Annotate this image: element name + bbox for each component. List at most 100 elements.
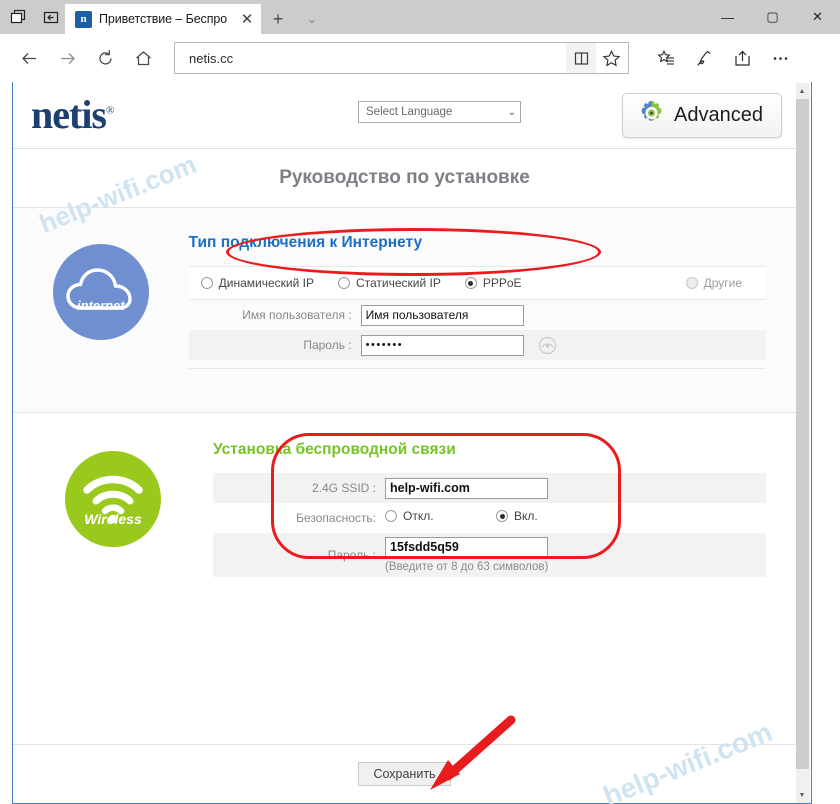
new-tab-button[interactable]: + <box>261 4 295 34</box>
radio-static-ip[interactable]: Статический IP <box>337 276 441 290</box>
ssid-input[interactable]: help-wifi.com <box>385 477 548 499</box>
username-value-cell: Имя пользователя <box>360 300 766 330</box>
internet-icon: internet <box>52 244 149 340</box>
favicon-glyph: n <box>80 12 87 25</box>
username-label: Имя пользователя : <box>242 308 352 322</box>
scrollbar-thumb[interactable] <box>795 99 809 769</box>
wifi-password-row: Пароль : 15fsdd5q59 (Введите от 8 до 63 … <box>213 533 766 577</box>
save-button[interactable]: Сохранить <box>358 761 451 786</box>
browser-tab[interactable]: n Приветствие – Беспро ✕ <box>65 4 261 34</box>
wireless-icon-column: Wireless <box>13 441 213 610</box>
eye-icon[interactable] <box>538 336 557 355</box>
internet-icon-column: internet <box>13 234 189 394</box>
radio-security-off-label: Откл. <box>403 509 434 523</box>
tabs-you-set-aside-icon[interactable] <box>41 7 61 27</box>
ssid-label: 2.4G SSID : <box>311 481 376 495</box>
internet-password-value-cell: ••••••• <box>360 330 766 360</box>
wireless-settings-table: 2.4G SSID : help-wifi.com Безопасность: <box>213 473 766 577</box>
internet-connection-section: internet Тип подключения к Интернету Дин… <box>13 208 796 413</box>
security-value-cell: Откл. Вкл. <box>385 503 766 533</box>
radio-static-ip-indicator[interactable] <box>337 277 350 289</box>
radio-other-indicator <box>685 277 698 289</box>
more-settings-icon[interactable] <box>761 39 799 77</box>
page-frame: ▲ ▼ netis® Select Language ⌄ Advanced Ру… <box>12 82 812 804</box>
radio-security-on-label: Вкл. <box>514 509 538 523</box>
wireless-icon-caption: Wireless <box>84 511 142 527</box>
radio-other-label: Другие <box>703 276 742 290</box>
browser-window: n Приветствие – Беспро ✕ + ⌄ — ▢ ✕ netis… <box>0 0 840 804</box>
minimize-button[interactable]: — <box>705 0 750 34</box>
wireless-icon: Wireless <box>65 451 161 547</box>
maximize-button[interactable]: ▢ <box>750 0 795 34</box>
share-icon[interactable] <box>723 39 761 77</box>
advanced-button[interactable]: Advanced <box>622 93 782 138</box>
ssid-row: 2.4G SSID : help-wifi.com <box>213 473 766 503</box>
refresh-icon[interactable] <box>86 39 124 77</box>
logo-trademark: ® <box>106 104 114 117</box>
scroll-up-arrow[interactable]: ▲ <box>794 83 810 99</box>
wifi-password-value-cell: 15fsdd5q59 (Введите от 8 до 63 символов) <box>385 533 766 577</box>
radio-pppoe[interactable]: PPPoE <box>464 276 522 290</box>
browser-titlebar: n Приветствие – Беспро ✕ + ⌄ — ▢ ✕ <box>0 0 840 34</box>
internet-section-body: Тип подключения к Интернету Динамический… <box>188 234 796 394</box>
arrow-left-icon[interactable] <box>10 39 48 77</box>
hub-favorites-icon[interactable] <box>647 39 685 77</box>
netis-logo-text: netis <box>31 92 107 137</box>
connection-type-radio-group: Динамический IP Статический IP PPPoE Дру… <box>188 266 766 300</box>
address-bar[interactable]: netis.cc <box>174 42 629 74</box>
scroll-down-arrow[interactable]: ▼ <box>794 787 810 803</box>
netis-logo: netis® <box>31 92 114 137</box>
set-tabs-aside-icon[interactable] <box>8 7 28 27</box>
browser-viewport: ▲ ▼ netis® Select Language ⌄ Advanced Ру… <box>0 82 840 804</box>
home-icon[interactable] <box>124 39 162 77</box>
ssid-value-cell: help-wifi.com <box>385 473 766 503</box>
radio-security-on[interactable]: Вкл. <box>496 509 538 523</box>
wireless-section-body: Установка беспроводной связи 2.4G SSID :… <box>213 441 796 610</box>
security-label: Безопасность: <box>296 511 376 525</box>
router-setup-page: netis® Select Language ⌄ Advanced Руково… <box>13 82 796 802</box>
internet-icon-caption: internet <box>76 298 125 313</box>
language-select[interactable]: Select Language ⌄ <box>358 101 521 123</box>
router-footer: Сохранить <box>13 744 796 802</box>
browser-toolbar-buttons <box>647 39 799 77</box>
arrow-right-icon[interactable] <box>48 39 86 77</box>
radio-dynamic-ip[interactable]: Динамический IP <box>200 276 314 290</box>
radio-security-off[interactable]: Откл. <box>385 509 434 523</box>
window-controls: — ▢ ✕ <box>705 0 840 34</box>
radio-other: Другие <box>685 276 742 290</box>
titlebar-left-buttons <box>0 0 65 34</box>
star-icon[interactable] <box>596 43 626 73</box>
tab-title: Приветствие – Беспро <box>99 12 228 26</box>
address-input[interactable]: netis.cc <box>189 51 566 66</box>
radio-dynamic-ip-indicator[interactable] <box>200 277 213 289</box>
advanced-button-label: Advanced <box>674 104 763 126</box>
radio-pppoe-label: PPPoE <box>482 276 522 290</box>
internet-password-input[interactable]: ••••••• <box>360 334 524 356</box>
router-header: netis® Select Language ⌄ Advanced <box>13 82 796 149</box>
chevron-down-icon: ⌄ <box>507 106 516 118</box>
radio-security-off-indicator[interactable] <box>385 510 397 522</box>
password-row: Пароль : ••••••• <box>188 330 766 360</box>
gear-icon <box>637 99 666 133</box>
chevron-down-icon[interactable]: ⌄ <box>295 4 329 34</box>
internet-section-heading: Тип подключения к Интернету <box>188 234 423 251</box>
pppoe-credentials-table: Имя пользователя : Имя пользователя Паро… <box>188 300 766 360</box>
security-row: Безопасность: Откл. Вкл. <box>213 503 766 533</box>
radio-security-on-indicator[interactable] <box>496 510 509 522</box>
close-window-button[interactable]: ✕ <box>795 0 840 34</box>
wireless-section-heading: Установка беспроводной связи <box>213 441 456 458</box>
tab-close-icon[interactable]: ✕ <box>239 12 255 27</box>
radio-static-ip-label: Статический IP <box>355 276 441 290</box>
netis-favicon: n <box>75 10 92 28</box>
language-select-value: Select Language <box>366 106 453 118</box>
radio-pppoe-indicator[interactable] <box>464 277 477 289</box>
internet-password-label: Пароль : <box>303 338 352 352</box>
username-input[interactable]: Имя пользователя <box>360 304 524 326</box>
book-icon[interactable] <box>566 43 596 73</box>
wifi-password-input[interactable]: 15fsdd5q59 <box>385 537 548 558</box>
wifi-password-hint: (Введите от 8 до 63 символов) <box>385 561 549 573</box>
web-note-icon[interactable] <box>685 39 723 77</box>
page-scrollbar[interactable]: ▲ ▼ <box>794 83 810 803</box>
internet-section-divider <box>188 368 766 369</box>
username-row: Имя пользователя : Имя пользователя <box>189 300 766 330</box>
